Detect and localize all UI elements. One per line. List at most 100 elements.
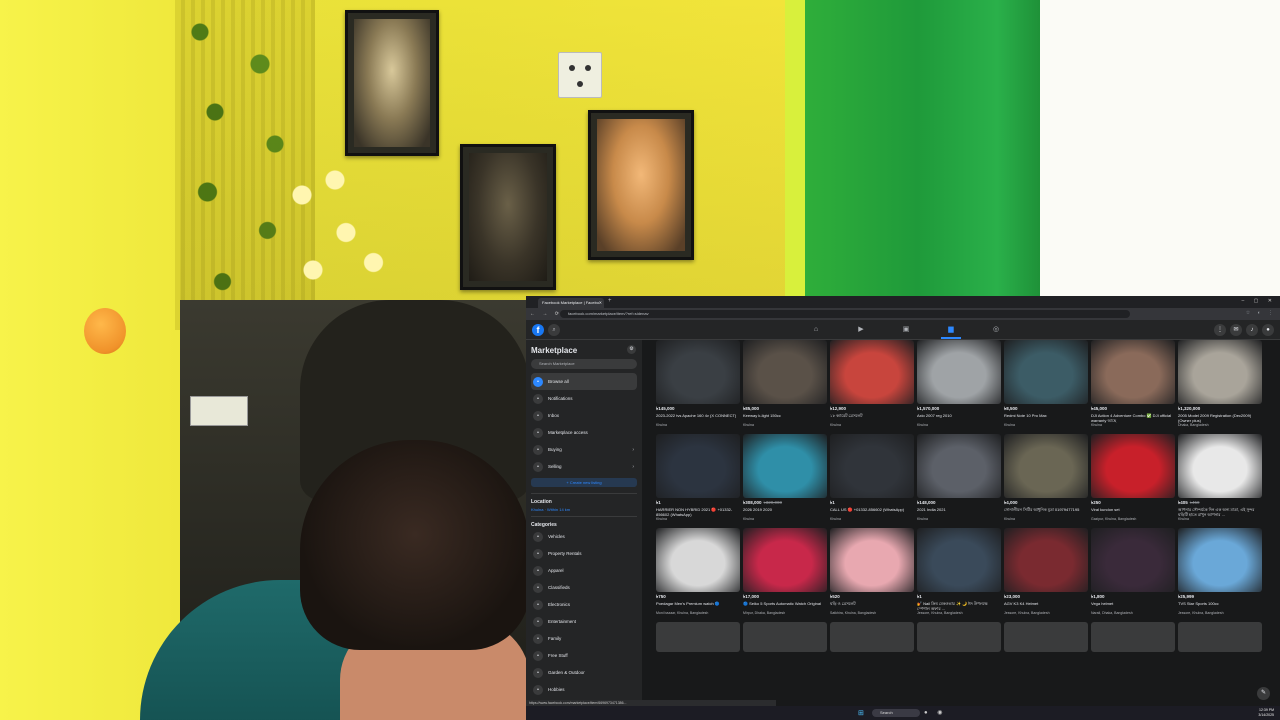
gear-icon[interactable]: ⚙ [627,345,636,354]
listing-photo[interactable] [743,528,827,592]
listing-photo[interactable] [917,434,1001,498]
listing-photo[interactable] [743,434,827,498]
price-current: ৳1,570,000 [917,406,940,411]
listing-card[interactable]: ৳1,800 Vega helmet Narail, Dhaka, Banglade… [1091,528,1175,616]
listing-title: CALL US 🔴 +01332-856602 (WhatsApp) [830,507,905,512]
close-icon[interactable]: ✕ [599,300,602,305]
listing-card[interactable]: ৳405 ৳450 আপনার সৌন্দর্যকে দিন এক অন্য মাত… [1178,434,1262,522]
marketplace-sidebar: Marketplace ⚙ Search Marketplace • Browse… [526,340,642,702]
marketplace-icon[interactable]: ▆ [941,323,961,339]
sidebar-item-inbox[interactable]: • Inbox [531,407,637,424]
listing-photo[interactable] [1004,340,1088,404]
category-item[interactable]: • Free Stuff [531,647,637,664]
price-current: ৳23,000 [1004,594,1021,599]
category-item[interactable]: • Property Rentals [531,545,637,562]
listing-photo[interactable] [1091,340,1175,404]
avatar[interactable]: ● [1262,324,1274,336]
location-link[interactable]: Khulna · Within 14 km [531,507,637,512]
bell-icon[interactable]: ♪ [1246,324,1258,336]
listing-photo[interactable] [1091,528,1175,592]
category-item[interactable]: • Family [531,630,637,647]
category-item[interactable]: • Hobbies [531,681,637,698]
listing-photo[interactable] [1178,434,1262,498]
listing-card[interactable]: ৳17,000 🔵 Seiko 5 Sports Automatic Watch … [743,528,827,616]
listing-card[interactable]: ৳25,999 TVS Star Sports 100cc Jessore, Khu… [1178,528,1262,616]
taskbar-search[interactable]: Search [872,709,920,717]
listing-title: 🔵 Seiko 5 Sports Automatic Watch Origina… [743,601,821,606]
listing-photo[interactable] [1091,434,1175,498]
category-item[interactable]: • Classifieds [531,579,637,596]
category-icon: • [533,531,543,542]
nav-buttons[interactable]: ← → ⟳ [530,311,562,317]
listing-photo[interactable] [830,340,914,404]
windows-start-icon[interactable]: ⊞ [858,709,864,717]
listing-photo[interactable] [1004,434,1088,498]
home-icon[interactable]: ⌂ [806,323,826,339]
sidebar-item-browse-all[interactable]: • Browse all [531,373,637,390]
taskbar-apps[interactable]: ● ◉ [924,709,947,716]
search-icon[interactable]: ⌕ [548,324,560,336]
listing-card[interactable]: ৳1 HARRIER NON HYBRID 2021 🔴 +01332-85660… [656,434,740,522]
category-item[interactable]: • Apparel [531,562,637,579]
listing-card[interactable]: ৳4,000 সোনালীয়ন সিটির আধুনিক মুদ্রা 0197… [1004,434,1088,522]
listing-card[interactable]: ৳250 Viral kundon set Gazipur, Khulna, Ban… [1091,434,1175,522]
category-item[interactable]: • Vehicles [531,528,637,545]
sidebar-item-buying[interactable]: • Buying › [531,441,637,458]
sidebar-item-selling[interactable]: • Selling › [531,458,637,475]
listing-photo[interactable] [917,340,1001,404]
listing-card[interactable]: ৳308,000 ৳320,000 2026 2019 2020 Khulna [743,434,827,522]
sidebar-item-marketplace-access[interactable]: • Marketplace access [531,424,637,441]
listing-photo[interactable] [1178,340,1262,404]
listing-photo[interactable] [830,434,914,498]
extension-icons[interactable]: ☆ ◐ ⋮ [1246,310,1276,316]
listing-location: Khulna [830,517,841,521]
listing-location: Khulna [917,517,928,521]
listing-photo[interactable] [656,528,740,592]
listing-photo[interactable] [1178,528,1262,592]
listing-card[interactable]: ৳45,000 DJI Action 4 Adventure Combo ✅ DJ… [1091,340,1175,428]
listing-card[interactable]: ৳148,000 2021 India 2021 Khulna [917,434,1001,522]
listing-card[interactable]: ৳23,000 AGV K3 K4 Helmet Jessore, Khulna, … [1004,528,1088,616]
listing-photo[interactable] [830,528,914,592]
category-item[interactable]: • Garden & Outdoor [531,664,637,681]
listing-card[interactable]: ৳12,900 ১৮ ক্যারেট ব্রেসলেট Khulna [830,340,914,428]
taskbar-clock[interactable]: 12:39 PM 3/14/2025 [1258,708,1274,718]
listing-card[interactable]: ৳145,000 2023-2022 tvs Apache 160 4v (X C… [656,340,740,428]
category-icon: • [533,565,543,576]
compose-icon[interactable]: ✎ [1257,687,1270,700]
listing-photo[interactable] [656,434,740,498]
listing-card[interactable]: ৳750 Poedagar Men's Premium watch 🔵 Moni b… [656,528,740,616]
listing-card[interactable]: ৳1,320,000 2005 Model 2009 Registration (… [1178,340,1262,428]
listing-card[interactable]: ৳1 💅 Nail ক্রিম মেকওভার ✨ 🌙 ঈদ উপলক্ষে স্… [917,528,1001,616]
listing-photo[interactable] [1004,528,1088,592]
browser-tab[interactable]: Facebook Marketplace | Facebo ✕ [538,298,604,308]
listing-card[interactable]: ৳8,500 Redmi Note 10 Pro Max Khulna [1004,340,1088,428]
category-item[interactable]: • Entertainment [531,613,637,630]
messenger-icon[interactable]: ✉ [1230,324,1242,336]
listing-card[interactable]: ৳1 CALL US 🔴 +01332-856602 (WhatsApp) Khul… [830,434,914,522]
create-listing-button[interactable]: + Create new listing [531,478,637,487]
search-input[interactable]: Search Marketplace [531,359,637,369]
category-label: Entertainment [548,619,577,624]
listing-card[interactable]: ৳520 ঘড়ি ও ব্রেসলেট Satkhira, Khulna, Ban… [830,528,914,616]
listings-feed: ৳145,000 2023-2022 tvs Apache 160 4v (X C… [656,340,1266,702]
video-icon[interactable]: ▶ [851,323,871,339]
listing-card[interactable]: ৳1,570,000 Axio 2007 reg 2010 Khulna [917,340,1001,428]
new-tab-icon[interactable]: + [608,298,612,304]
listing-photo[interactable] [656,340,740,404]
listing-location: Gazipur, Khulna, Bangladesh [1091,517,1137,521]
sidebar-item-notifications[interactable]: • Notifications [531,390,637,407]
facebook-logo-icon[interactable]: f [532,324,544,336]
flower-lamp [280,150,390,300]
address-bar[interactable]: facebook.com/marketplace/item/?ref=siden… [560,310,1130,318]
price-current: ৳520 [830,594,840,599]
listing-card[interactable]: ৳85,000 Keeway k-light 150cc Khulna [743,340,827,428]
browser-toolbar: ← → ⟳ facebook.com/marketplace/item/?ref… [526,308,1280,320]
gaming-icon[interactable]: ◎ [986,323,1006,339]
listing-photo[interactable] [917,528,1001,592]
category-item[interactable]: • Electronics [531,596,637,613]
groups-icon[interactable]: ▣ [896,323,916,339]
window-controls[interactable]: – ▢ ✕ [1242,298,1276,304]
listing-photo[interactable] [743,340,827,404]
menu-icon[interactable]: ⋮ [1214,324,1226,336]
